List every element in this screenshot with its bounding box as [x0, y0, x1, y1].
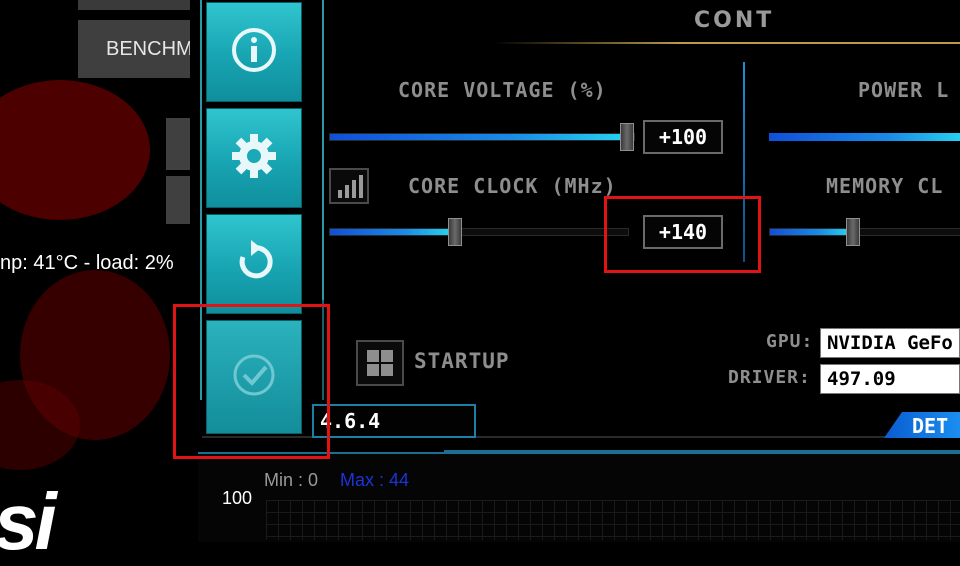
windows-icon: [367, 350, 393, 376]
chart-button[interactable]: [329, 168, 369, 204]
settings-button[interactable]: [206, 108, 302, 208]
power-limit-fill: [769, 133, 960, 141]
check-icon: [229, 350, 279, 404]
core-voltage-thumb[interactable]: [620, 123, 634, 151]
benchmark-button[interactable]: BENCHM: [78, 20, 190, 78]
column-divider: [743, 62, 745, 262]
power-limit-slider[interactable]: [769, 133, 960, 141]
driver-label: DRIVER:: [728, 367, 811, 388]
memory-clock-thumb[interactable]: [846, 218, 860, 246]
reset-button[interactable]: [206, 214, 302, 314]
monitor-max: Max : 44: [340, 470, 410, 490]
core-voltage-label: CORE VOLTAGE (%): [398, 78, 607, 102]
core-clock-fill: [330, 229, 455, 235]
power-limit-label: POWER L: [858, 78, 950, 102]
startup-label: STARTUP: [414, 349, 510, 373]
info-icon: [229, 25, 279, 79]
gpu-label: GPU:: [766, 331, 814, 352]
info-button[interactable]: [206, 2, 302, 102]
msi-logo: si: [0, 477, 57, 566]
core-clock-thumb[interactable]: [448, 218, 462, 246]
apply-button[interactable]: [206, 320, 302, 434]
core-voltage-fill: [330, 134, 634, 140]
core-clock-value[interactable]: +140: [643, 215, 723, 249]
gear-icon: [229, 131, 279, 185]
version-label: 4.6.4: [312, 404, 476, 438]
dragon-graphic: [0, 80, 150, 220]
side-tab[interactable]: [166, 118, 190, 170]
core-clock-label: CORE CLOCK (MHz): [408, 174, 617, 198]
memory-clock-slider[interactable]: [769, 218, 960, 246]
page-title: CONT: [694, 8, 775, 33]
driver-value: 497.09: [820, 364, 960, 394]
monitor-min: Min : 0: [264, 470, 319, 490]
monitor-graph: [266, 500, 960, 540]
memory-clock-label: MEMORY CL: [826, 174, 944, 198]
side-tab[interactable]: [166, 176, 190, 224]
bar-chart-icon: [338, 175, 363, 198]
core-voltage-slider[interactable]: [329, 123, 635, 151]
core-clock-slider[interactable]: [329, 218, 629, 246]
title-underline: [492, 42, 960, 44]
core-voltage-value[interactable]: +100: [643, 120, 723, 154]
top-gray-bar: [78, 0, 190, 10]
reset-icon: [229, 237, 279, 291]
gpu-value: NVIDIA GeFo: [820, 328, 960, 358]
memory-clock-fill: [770, 229, 852, 235]
monitor-y-tick: 100: [222, 488, 253, 508]
startup-toggle[interactable]: [356, 340, 404, 386]
temp-load-readout: np: 41°C - load: 2%: [0, 252, 174, 274]
